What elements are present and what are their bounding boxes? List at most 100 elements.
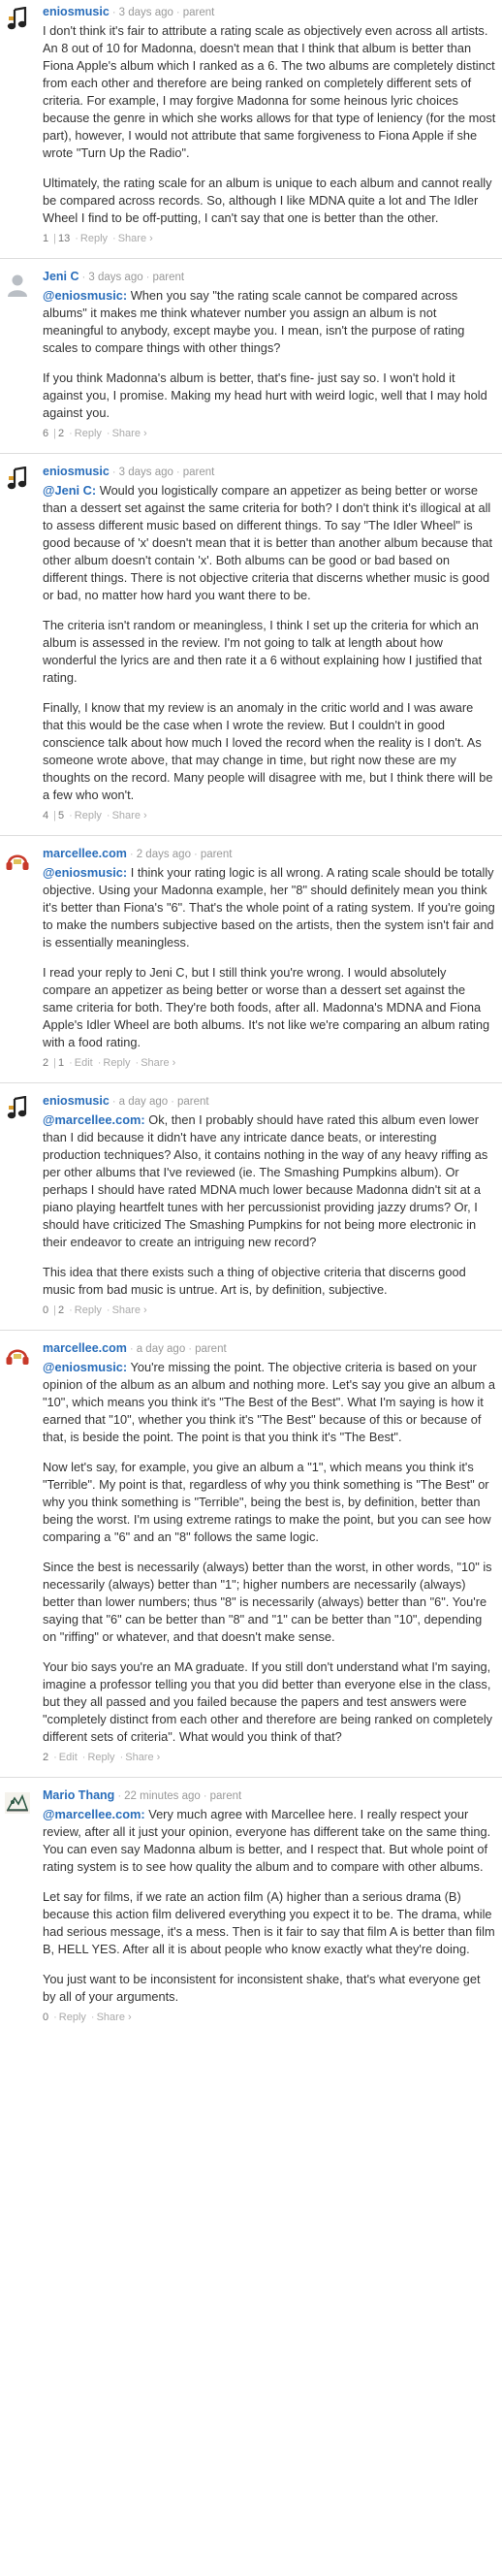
comment-paragraph: @eniosmusic: When you say "the rating sc…	[43, 287, 496, 357]
parent-link[interactable]: parent	[201, 849, 233, 860]
downvote-count[interactable]: 5	[58, 810, 64, 821]
separator: ·	[81, 1752, 86, 1763]
separator: ·	[111, 7, 116, 18]
comment-time[interactable]: a day ago	[119, 1096, 169, 1108]
mention-link[interactable]: @eniosmusic:	[43, 288, 127, 303]
comment-footer: 4 | 5 · Reply · Share ›	[43, 808, 496, 823]
comment-time[interactable]: 22 minutes ago	[124, 1790, 201, 1802]
separator: |	[53, 428, 56, 439]
music-avatar-icon[interactable]	[4, 6, 31, 33]
upvote-count[interactable]: 0	[43, 2012, 48, 2023]
paragraph-text: The criteria isn't random or meaningless…	[43, 618, 483, 685]
separator: ·	[81, 272, 86, 283]
paragraph-text: I read your reply to Jeni C, but I still…	[43, 965, 490, 1049]
upvote-count[interactable]: 1	[43, 233, 48, 244]
parent-link[interactable]: parent	[183, 7, 215, 18]
comment-message: @eniosmusic: When you say "the rating sc…	[43, 287, 496, 422]
downvote-count[interactable]: 1	[58, 1057, 64, 1069]
downvote-count[interactable]: 2	[58, 1304, 64, 1316]
default-user-icon[interactable]	[4, 271, 31, 298]
parent-link[interactable]: parent	[183, 467, 215, 478]
comment: marcellee.com · a day ago · parent @eniosmusi…	[0, 1330, 502, 1777]
comment-header: marcellee.com · a day ago · parent	[43, 1340, 496, 1357]
comment: Jeni C · 3 days ago · parent @eniosmusic: Whe…	[0, 258, 502, 453]
comment-time[interactable]: a day ago	[137, 1343, 186, 1355]
sketch-avatar-icon[interactable]	[4, 1789, 31, 1817]
mention-link[interactable]: @Jeni C:	[43, 483, 96, 498]
reply-button[interactable]: Reply	[80, 233, 108, 244]
music-avatar-icon[interactable]	[4, 1095, 31, 1122]
paragraph-text: You just want to be inconsistent for inc…	[43, 1972, 481, 2004]
separator: ·	[117, 1790, 122, 1802]
comment-paragraph: Since the best is necessarily (always) b…	[43, 1559, 496, 1646]
separator: ·	[188, 1343, 193, 1355]
headphones-avatar-icon[interactable]	[4, 1342, 31, 1369]
reply-button[interactable]: Reply	[59, 2012, 86, 2023]
separator: ·	[129, 849, 134, 860]
mention-link[interactable]: @eniosmusic:	[43, 865, 127, 880]
separator: ·	[106, 810, 110, 821]
comment-time[interactable]: 3 days ago	[88, 272, 142, 283]
parent-link[interactable]: parent	[195, 1343, 227, 1355]
upvote-count[interactable]: 4	[43, 810, 48, 821]
edit-button[interactable]: Edit	[59, 1752, 78, 1763]
reply-button[interactable]: Reply	[87, 1752, 114, 1763]
downvote-count[interactable]: 2	[58, 428, 64, 439]
comment-author[interactable]: eniosmusic	[43, 1094, 110, 1108]
comment-author[interactable]: marcellee.com	[43, 1341, 127, 1355]
reply-button[interactable]: Reply	[75, 810, 102, 821]
paragraph-text: Let say for films, if we rate an action …	[43, 1889, 495, 1956]
separator: ·	[69, 428, 73, 439]
comment-header: Jeni C · 3 days ago · parent	[43, 269, 496, 285]
comment-paragraph: I read your reply to Jeni C, but I still…	[43, 964, 496, 1051]
separator: ·	[175, 467, 180, 478]
upvote-count[interactable]: 2	[43, 1752, 48, 1763]
paragraph-text: This idea that there exists such a thing…	[43, 1265, 466, 1297]
comment-author[interactable]: marcellee.com	[43, 847, 127, 860]
paragraph-text: Ok, then I probably should have rated th…	[43, 1112, 488, 1249]
share-button[interactable]: Share ›	[112, 810, 147, 821]
comment-footer: 1 | 13 · Reply · Share ›	[43, 231, 496, 246]
upvote-count[interactable]: 6	[43, 428, 48, 439]
comment-header: marcellee.com · 2 days ago · parent	[43, 846, 496, 862]
comment-paragraph: If you think Madonna's album is better, …	[43, 370, 496, 422]
share-button[interactable]: Share ›	[118, 233, 153, 244]
paragraph-text: I don't think it's fair to attribute a r…	[43, 23, 496, 160]
separator: ·	[145, 272, 150, 283]
comment-time[interactable]: 2 days ago	[137, 849, 191, 860]
reply-button[interactable]: Reply	[75, 428, 102, 439]
mention-link[interactable]: @eniosmusic:	[43, 1360, 127, 1374]
headphones-avatar-icon[interactable]	[4, 848, 31, 875]
upvote-count[interactable]: 0	[43, 1304, 48, 1316]
parent-link[interactable]: parent	[177, 1096, 209, 1108]
comment-author[interactable]: Mario Thang	[43, 1788, 114, 1802]
comment-footer: 0 · Reply · Share ›	[43, 2010, 496, 2025]
mention-link[interactable]: @marcellee.com:	[43, 1112, 145, 1127]
downvote-count[interactable]: 13	[58, 233, 70, 244]
comment-message: @marcellee.com: Ok, then I probably shou…	[43, 1111, 496, 1299]
share-button[interactable]: Share ›	[97, 2012, 132, 2023]
share-button[interactable]: Share ›	[112, 1304, 147, 1316]
comment: Mario Thang · 22 minutes ago · parent @marcel…	[0, 1777, 502, 2037]
upvote-count[interactable]: 2	[43, 1057, 48, 1069]
parent-link[interactable]: parent	[152, 272, 184, 283]
edit-button[interactable]: Edit	[75, 1057, 93, 1069]
share-button[interactable]: Share ›	[125, 1752, 160, 1763]
music-avatar-icon[interactable]	[4, 466, 31, 493]
share-button[interactable]: Share ›	[141, 1057, 175, 1069]
comment-time[interactable]: 3 days ago	[119, 7, 173, 18]
mention-link[interactable]: @marcellee.com:	[43, 1807, 145, 1821]
separator: ·	[53, 1752, 57, 1763]
separator: ·	[203, 1790, 207, 1802]
comment-time[interactable]: 3 days ago	[119, 467, 173, 478]
separator: |	[53, 1304, 56, 1316]
separator: ·	[53, 2012, 57, 2023]
reply-button[interactable]: Reply	[103, 1057, 130, 1069]
reply-button[interactable]: Reply	[75, 1304, 102, 1316]
share-button[interactable]: Share ›	[112, 428, 147, 439]
comment-author[interactable]: Jeni C	[43, 270, 79, 283]
comment-paragraph: @Jeni C: Would you logistically compare …	[43, 482, 496, 604]
comment-author[interactable]: eniosmusic	[43, 465, 110, 478]
comment-author[interactable]: eniosmusic	[43, 5, 110, 18]
parent-link[interactable]: parent	[210, 1790, 242, 1802]
